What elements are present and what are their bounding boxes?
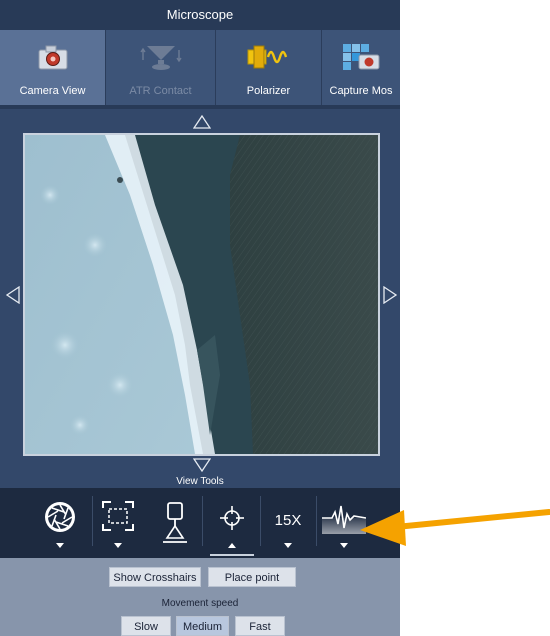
- chevron-up-icon[interactable]: [228, 543, 236, 548]
- zoom-value: 15X: [274, 512, 302, 529]
- divider: [316, 496, 317, 546]
- tab-atr-contact[interactable]: ATR Contact: [106, 30, 216, 105]
- camera-live-view[interactable]: [23, 133, 380, 456]
- arrow-down-icon[interactable]: [192, 458, 212, 477]
- crosshair-icon: [220, 506, 244, 535]
- speed-medium-button[interactable]: Medium: [176, 616, 229, 636]
- capture-mosaic-icon: [341, 42, 381, 77]
- arrow-up-icon[interactable]: [192, 114, 212, 134]
- tab-label: ATR Contact: [129, 85, 192, 97]
- illumination-icon: [162, 502, 188, 551]
- region-select-tool[interactable]: [93, 488, 143, 558]
- zoom-select[interactable]: 15X: [263, 488, 313, 558]
- highlight-arrow-icon: [360, 500, 550, 555]
- crosshair-tool[interactable]: [206, 488, 258, 558]
- tab-camera-view[interactable]: Camera View: [0, 30, 106, 105]
- microscope-image: [25, 135, 378, 454]
- aperture-tool[interactable]: [30, 488, 90, 558]
- aperture-icon: [43, 500, 77, 539]
- tab-label: Capture Mos: [329, 85, 393, 97]
- controls-panel: Show Crosshairs Place point Movement spe…: [0, 558, 400, 636]
- movement-speed-label: Movement speed: [161, 598, 239, 609]
- divider: [202, 496, 203, 546]
- chevron-down-icon[interactable]: [56, 543, 64, 548]
- active-indicator: [210, 554, 254, 556]
- window-title: Microscope: [0, 0, 400, 30]
- tab-label: Camera View: [19, 85, 86, 97]
- divider: [260, 496, 261, 546]
- chevron-down-icon[interactable]: [340, 543, 348, 548]
- view-tools-label: View Tools: [176, 476, 224, 487]
- place-point-button[interactable]: Place point: [208, 567, 296, 587]
- tab-label: Polarizer: [246, 85, 291, 97]
- arrow-left-icon[interactable]: [5, 285, 20, 309]
- microscope-panel: Microscope Camera View ATR Contact Polar…: [0, 0, 400, 636]
- view-tools-bar: 15X: [0, 488, 400, 558]
- speed-slow-button[interactable]: Slow: [121, 616, 171, 636]
- tab-polarizer[interactable]: Polarizer: [216, 30, 322, 105]
- illumination-tool[interactable]: [150, 488, 200, 558]
- camera-icon: [36, 42, 70, 77]
- atr-contact-icon: [138, 42, 184, 77]
- region-select-icon: [101, 500, 135, 537]
- tab-capture-mosaic[interactable]: Capture Mos: [322, 30, 400, 105]
- chevron-down-icon[interactable]: [284, 543, 292, 548]
- polarizer-icon: [244, 42, 294, 77]
- speed-fast-button[interactable]: Fast: [235, 616, 285, 636]
- chevron-down-icon[interactable]: [114, 543, 122, 548]
- ribbon-toolbar: Camera View ATR Contact Polarizer Captur…: [0, 30, 400, 105]
- arrow-right-icon[interactable]: [383, 285, 398, 309]
- show-crosshairs-button[interactable]: Show Crosshairs: [109, 567, 201, 587]
- ribbon-separator: [0, 105, 400, 109]
